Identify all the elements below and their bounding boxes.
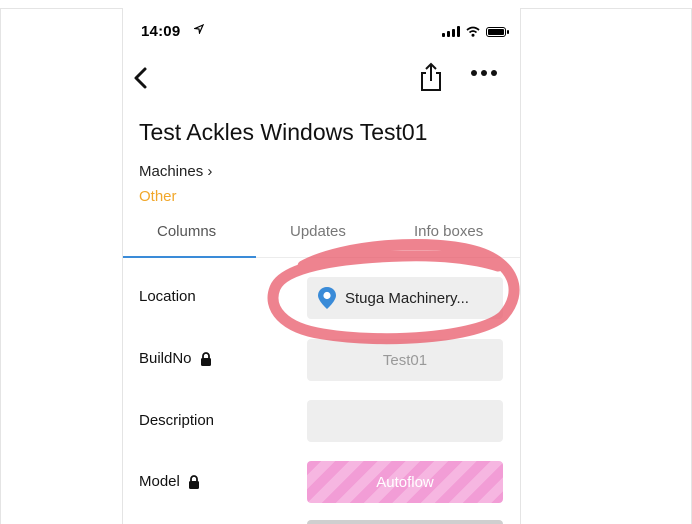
lock-icon [200, 351, 211, 366]
location-field[interactable]: Stuga Machinery... [307, 277, 503, 319]
buildno-field: Test01 [307, 339, 503, 381]
location-label-text: Location [139, 288, 196, 305]
model-label-text: Model [139, 473, 180, 490]
next-field-partial [307, 520, 503, 524]
chevron-left-icon[interactable] [129, 66, 153, 90]
wifi-icon [466, 26, 480, 37]
location-label: Location [139, 288, 196, 305]
share-icon[interactable] [419, 62, 443, 92]
tab-columns[interactable]: Columns [157, 223, 216, 240]
breadcrumb[interactable]: Machines › [139, 163, 212, 180]
tab-updates[interactable]: Updates [290, 223, 346, 240]
phone-screen: 14:09 Test Ackles Windows Test01 Machine… [122, 8, 521, 524]
model-field: Autoflow [307, 461, 503, 503]
lock-icon [188, 474, 199, 489]
tab-info-boxes[interactable]: Info boxes [414, 223, 483, 240]
description-label: Description [139, 412, 214, 429]
battery-icon [486, 26, 509, 37]
description-field[interactable] [307, 400, 503, 442]
map-pin-icon [318, 287, 336, 309]
status-time: 14:09 [141, 23, 181, 40]
cellular-signal-icon [442, 26, 460, 37]
model-label: Model [139, 473, 200, 490]
buildno-label-text: BuildNo [139, 350, 192, 367]
page-title: Test Ackles Windows Test01 [139, 119, 428, 145]
description-label-text: Description [139, 412, 215, 429]
more-dots-icon[interactable] [471, 70, 497, 76]
frame-left-border [0, 8, 1, 524]
location-value: Stuga Machinery... [345, 289, 469, 307]
active-tab-indicator [123, 256, 256, 258]
location-services-icon [192, 23, 205, 37]
status-icons [442, 26, 509, 37]
category-label[interactable]: Other [139, 188, 177, 205]
buildno-label: BuildNo [139, 350, 212, 367]
